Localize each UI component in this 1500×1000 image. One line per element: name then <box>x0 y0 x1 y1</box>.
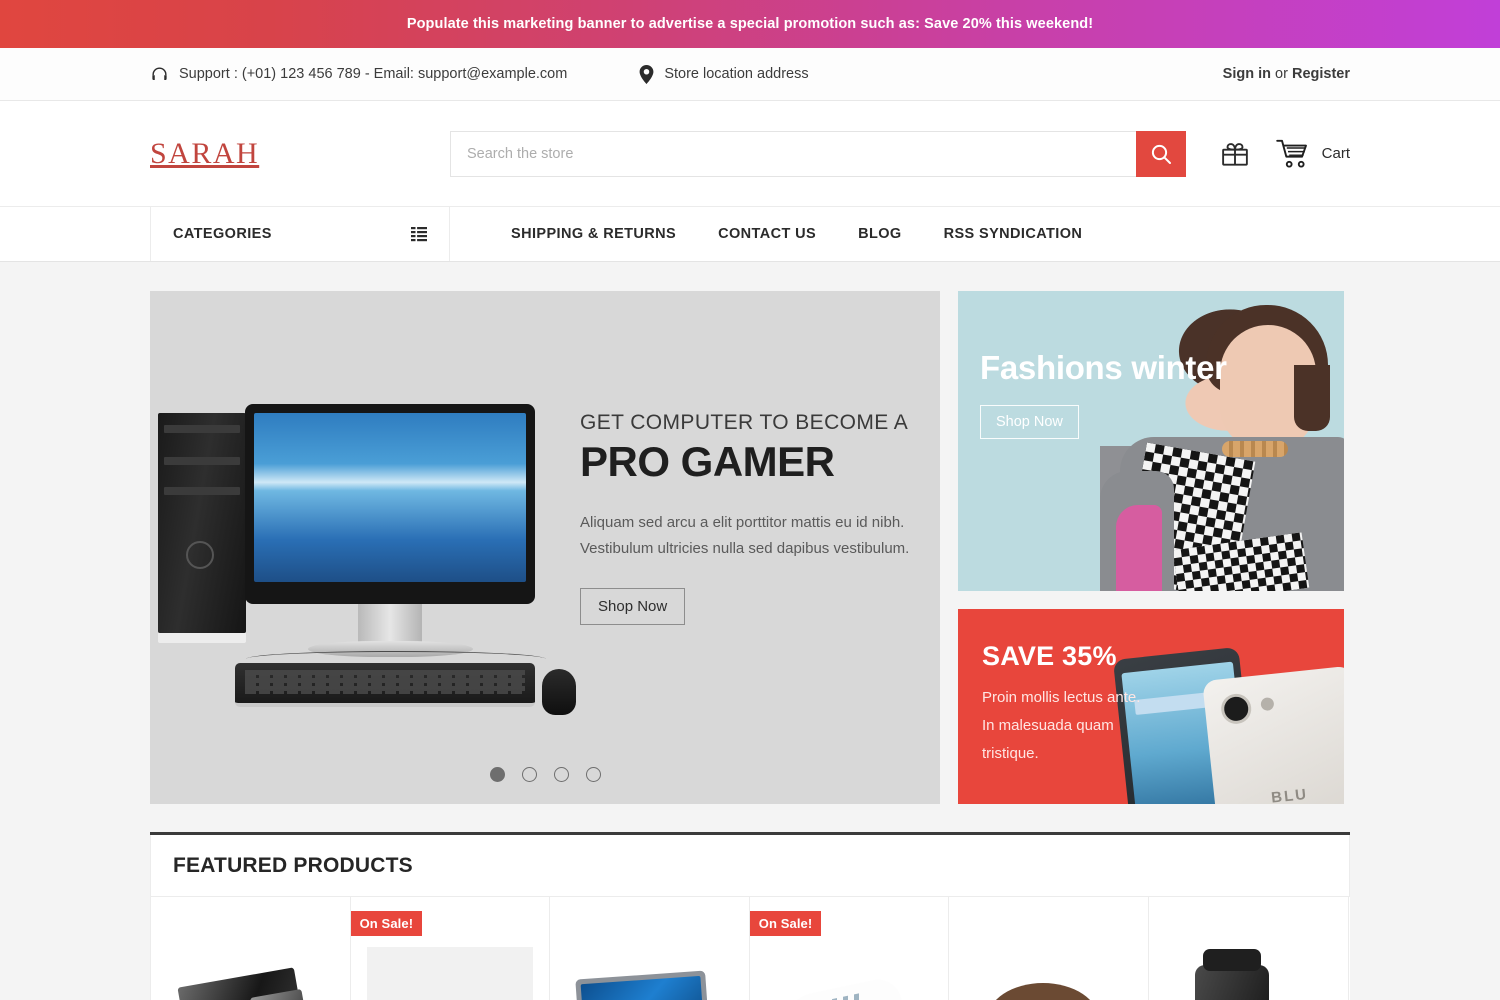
utility-topbar: Support : (+01) 123 456 789 - Email: sup… <box>0 48 1500 101</box>
support-text: Support : (+01) 123 456 789 - Email: sup… <box>179 66 568 82</box>
product-card[interactable] <box>949 897 1149 1000</box>
status-badge: On Sale! <box>749 911 822 936</box>
fashion-model-image <box>1100 291 1344 591</box>
slider-dot-1[interactable] <box>489 767 505 782</box>
product-image-laptop-pair <box>167 943 334 1000</box>
nav-link-blog[interactable]: BLOG <box>837 207 923 262</box>
hero-row: GET COMPUTER TO BECOME A PRO GAMER Aliqu… <box>150 291 1350 804</box>
support-info: Support : (+01) 123 456 789 - Email: sup… <box>150 65 567 84</box>
featured-products-title: FEATURED PRODUCTS <box>173 853 413 877</box>
main-navbar: CATEGORIES SHIPPING & RETURNS CONTACT US… <box>0 207 1500 262</box>
hero-description: Aliquam sed arcu a elit porttitor mattis… <box>580 514 910 557</box>
product-image-notebook <box>566 943 733 1000</box>
categories-button[interactable]: CATEGORIES <box>150 207 450 261</box>
status-badge: On Sale! <box>350 911 423 936</box>
search-button[interactable] <box>1135 130 1186 177</box>
fashion-shop-now-button[interactable]: Shop Now <box>980 405 1079 439</box>
map-pin-icon <box>639 64 654 84</box>
site-logo[interactable]: SARAH <box>150 137 450 171</box>
auth-links: Sign in or Register <box>1223 66 1350 82</box>
search-bar <box>450 130 1186 177</box>
site-header: SARAH Search the store Cart <box>0 101 1500 207</box>
shopping-cart-icon <box>1275 138 1312 170</box>
hero-slide-image-desktop-computer <box>150 291 580 804</box>
slider-dot-4[interactable] <box>585 767 601 782</box>
nav-link-rss-syndication[interactable]: RSS SYNDICATION <box>923 207 1104 262</box>
featured-products-section: FEATURED PRODUCTS On Sale! On Sale! <box>150 832 1350 1000</box>
featured-products-header: FEATURED PRODUCTS <box>150 835 1350 897</box>
list-menu-icon <box>411 226 427 242</box>
cart-link[interactable]: Cart <box>1275 138 1350 170</box>
save-banner-title: SAVE 35% <box>982 641 1117 671</box>
slider-dot-3[interactable] <box>553 767 569 782</box>
product-card[interactable]: On Sale! <box>749 897 950 1000</box>
promo-banner-text: Populate this marketing banner to advert… <box>406 16 1094 32</box>
gift-icon[interactable] <box>1220 139 1250 169</box>
marketing-promo-banner: Populate this marketing banner to advert… <box>0 0 1500 48</box>
search-icon <box>1149 142 1173 166</box>
hero-shop-now-button[interactable]: Shop Now <box>580 588 686 625</box>
featured-products-grid: On Sale! On Sale! <box>150 897 1350 1000</box>
phone-light-image: BLU <box>1202 665 1344 804</box>
categories-label: CATEGORIES <box>173 226 272 242</box>
product-image-office-chair <box>1165 943 1332 1000</box>
product-card[interactable] <box>1148 897 1349 1000</box>
hero-slider[interactable]: GET COMPUTER TO BECOME A PRO GAMER Aliqu… <box>150 291 940 804</box>
headset-icon <box>150 65 169 84</box>
hero-kicker: GET COMPUTER TO BECOME A <box>580 411 909 434</box>
search-input[interactable] <box>450 130 1136 177</box>
hero-title: PRO GAMER <box>580 438 835 485</box>
store-location: Store location address <box>639 64 809 84</box>
store-location-text: Store location address <box>664 66 809 82</box>
nav-link-shipping-returns[interactable]: SHIPPING & RETURNS <box>490 207 697 262</box>
sign-in-link[interactable]: Sign in <box>1223 66 1271 82</box>
nav-links: SHIPPING & RETURNS CONTACT US BLOG RSS S… <box>450 207 1103 261</box>
product-card[interactable]: On Sale! <box>350 897 551 1000</box>
slider-dot-2[interactable] <box>521 767 537 782</box>
cart-label: Cart <box>1321 145 1350 162</box>
phone-brand-label: BLU <box>1270 785 1309 804</box>
main-content: GET COMPUTER TO BECOME A PRO GAMER Aliqu… <box>150 262 1350 1000</box>
banner-save-35[interactable]: BLU SAVE 35% Proin mollis lectus ante. I… <box>958 609 1344 804</box>
product-image-steam-iron <box>766 943 933 1000</box>
product-card[interactable] <box>151 897 351 1000</box>
nav-link-contact-us[interactable]: CONTACT US <box>697 207 837 262</box>
side-banner-column: Fashions winter Shop Now BLU SAVE 35% Pr… <box>958 291 1344 804</box>
header-action-icons: Cart <box>1220 138 1350 170</box>
save-banner-description: Proin mollis lectus ante. In malesuada q… <box>982 689 1141 762</box>
product-image-woman-photo <box>366 943 534 1000</box>
product-image-neck-massager <box>965 943 1132 1000</box>
product-card[interactable] <box>550 897 750 1000</box>
banner-fashion-winter[interactable]: Fashions winter Shop Now <box>958 291 1344 591</box>
hero-slide-text: GET COMPUTER TO BECOME A PRO GAMER Aliqu… <box>580 411 910 625</box>
auth-separator: or <box>1271 66 1292 82</box>
slider-pagination <box>150 767 940 782</box>
register-link[interactable]: Register <box>1292 66 1350 82</box>
fashion-banner-title: Fashions winter <box>980 349 1227 386</box>
